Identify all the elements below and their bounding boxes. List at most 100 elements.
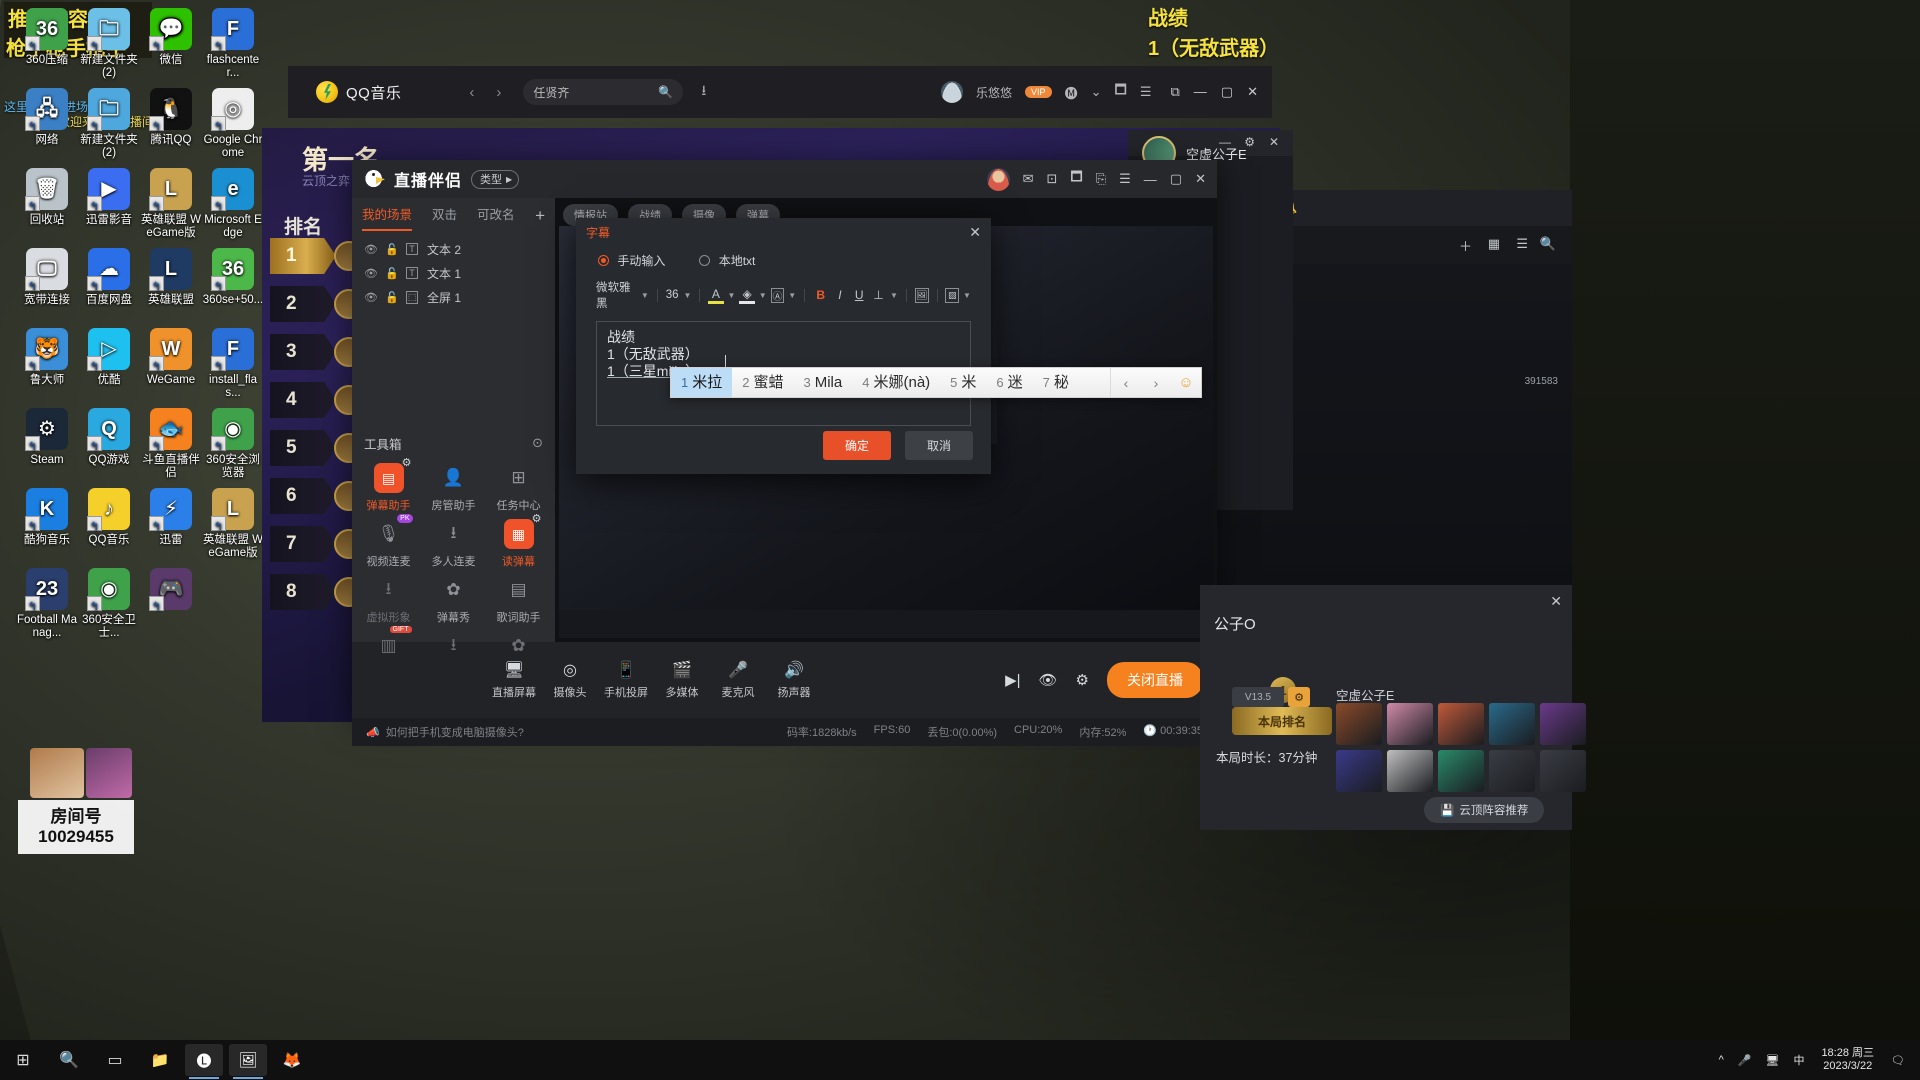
desktop-icon[interactable]: ⚙Steam xyxy=(16,408,78,467)
chevron-down-icon[interactable]: ▼ xyxy=(963,291,971,300)
desktop-icon[interactable]: ⚡迅雷 xyxy=(140,488,202,547)
status-hint-text[interactable]: 如何把手机变成电脑摄像头? xyxy=(386,724,524,740)
maximize-button[interactable]: ▢ xyxy=(1170,171,1182,187)
ime-candidate[interactable]: 5米 xyxy=(940,368,986,397)
copy-icon[interactable]: ⎘ xyxy=(1096,171,1106,187)
underline-button[interactable]: U xyxy=(852,287,867,304)
ow2-grid-icon[interactable]: ▦ xyxy=(1488,236,1500,252)
desktop-icon[interactable]: 💬微信 xyxy=(140,8,202,67)
ow3-recommend-chip[interactable]: 💾 云顶阵容推荐 xyxy=(1424,797,1545,823)
lock-icon[interactable]: 🔓 xyxy=(385,291,399,304)
ime-candidate-bar[interactable]: 1 米拉 2 蜜蜡 3 Mila 4 米娜(nà) 5 米 6 迷 7 秘 ‹ › ☺ xyxy=(670,367,1202,398)
layer-row[interactable]: 👁 🔓 T 文本 1 xyxy=(352,261,555,285)
taskbar-clock[interactable]: 18:28 周三 2023/3/22 xyxy=(1811,1047,1884,1073)
lock-icon[interactable]: 🔓 xyxy=(385,243,399,256)
display-icon[interactable]: 🖥 xyxy=(1758,1040,1786,1080)
ow1-close[interactable]: ✕ xyxy=(1269,135,1279,149)
scene-tab[interactable]: 双击 xyxy=(432,204,457,228)
screen-icon[interactable]: ⊡ xyxy=(1046,171,1057,187)
ow2-list-icon[interactable]: ☰ xyxy=(1516,236,1528,252)
scene-tab[interactable]: 可改名 xyxy=(477,204,515,228)
toolbox-item[interactable]: ✿ 弹幕秀 xyxy=(421,575,486,625)
chevron-down-icon[interactable]: ▼ xyxy=(759,291,767,300)
toolbox-item[interactable]: ⭳ 多人连麦 xyxy=(421,519,486,569)
desktop-icon[interactable]: ◉360安全卫士... xyxy=(78,568,140,639)
desktop-icon[interactable]: QQQ游戏 xyxy=(78,408,140,467)
bold-button[interactable]: B xyxy=(813,287,828,304)
insert-image-button[interactable]: 🖼 xyxy=(914,287,929,303)
desktop-icon[interactable]: 🖧网络 xyxy=(16,88,78,147)
ow2-search-icon[interactable]: 🔍 xyxy=(1540,236,1556,252)
qqmusic-mail-icon[interactable]: 🅜 xyxy=(1065,83,1078,102)
toolbox-item[interactable]: ▤ ⚙ 弹幕助手 xyxy=(356,457,421,513)
desktop-icon[interactable]: ▶迅雷影音 xyxy=(78,168,140,227)
source-button[interactable]: ◎ 摄像头 xyxy=(542,660,598,700)
chevron-down-icon[interactable]: ▼ xyxy=(788,291,796,300)
toolbox-item[interactable]: ▦ ⚙ 读弹幕 xyxy=(486,513,551,569)
ime-indicator[interactable]: 中 xyxy=(1786,1040,1811,1080)
preview-eye-icon[interactable]: 👁 xyxy=(1039,671,1058,689)
ime-candidate[interactable]: 6迷 xyxy=(986,368,1032,397)
ime-next-page-button[interactable]: › xyxy=(1141,375,1171,391)
qqmusic-restore-icon[interactable]: ⧉ xyxy=(1171,84,1180,100)
user-avatar[interactable] xyxy=(986,167,1010,191)
desktop-icon[interactable]: 23Football Manag... xyxy=(16,568,78,639)
search-icon[interactable]: 🔍 xyxy=(46,1040,92,1080)
ime-candidate[interactable]: 7秘 xyxy=(1033,368,1079,397)
close-live-button[interactable]: 关闭直播 xyxy=(1107,662,1203,698)
search-icon[interactable]: 🔍 xyxy=(658,85,673,99)
chevron-down-icon[interactable]: ▼ xyxy=(728,291,736,300)
qqmusic-back-button[interactable]: ‹ xyxy=(469,84,474,101)
font-size-select[interactable]: 36 ▼ xyxy=(666,289,692,301)
ime-candidate[interactable]: 1 米拉 xyxy=(671,368,733,397)
qqmusic-window[interactable]: QQ音乐 ‹ › 任贤齐 🔍 ⭳ 乐悠悠 VIP 🅜 ⌄ 🗖 ☰ ⧉ — ▢ ✕ xyxy=(288,66,1272,118)
gear-icon[interactable]: ⚙ xyxy=(1076,671,1089,689)
taskbar-app-button[interactable]: 🦊 xyxy=(273,1044,311,1076)
ime-candidate[interactable]: 2 蜜蜡 xyxy=(732,368,793,397)
toolbox-item[interactable]: 👤 房管助手 xyxy=(421,463,486,513)
source-button[interactable]: 🔊 扬声器 xyxy=(766,660,822,700)
qqmusic-skin-icon[interactable]: 🗖 xyxy=(1114,81,1126,103)
ime-candidate[interactable]: 3 Mila xyxy=(794,368,853,397)
add-scene-button[interactable]: + xyxy=(535,206,545,226)
desktop-icon[interactable]: K酷狗音乐 xyxy=(16,488,78,547)
chevron-down-icon[interactable]: ⌄ xyxy=(1091,84,1102,100)
ime-candidate[interactable]: 4 米娜(nà) xyxy=(852,368,940,397)
desktop-icon[interactable]: Finstall_flas... xyxy=(202,328,264,399)
layout-icon[interactable]: 🗖 xyxy=(1070,168,1082,190)
radio-manual-input[interactable]: 手动输入 xyxy=(598,252,665,269)
taskbar[interactable]: ⊞ 🔍 ▭ 📁 🅛 🖼 🦊 ^ 🎤 🖥 中 18:28 周三 2023/3/22 🗨 xyxy=(0,1040,1920,1080)
layer-row[interactable]: 👁 🔓 T 文本 2 xyxy=(352,237,555,261)
desktop-icon[interactable]: 36360压缩 xyxy=(16,8,78,67)
desktop-icon[interactable]: L英雄联盟 WeGame版 xyxy=(202,488,264,559)
desktop-icon[interactable]: ☁百度网盘 xyxy=(78,248,140,307)
tray-expand-icon[interactable]: ^ xyxy=(1712,1040,1731,1080)
desktop-icon[interactable]: ♪QQ音乐 xyxy=(78,488,140,547)
italic-button[interactable]: I xyxy=(832,287,847,304)
source-button[interactable]: 📱 手机投屏 xyxy=(598,660,654,700)
desktop-icon[interactable]: ◎Google Chrome xyxy=(202,88,264,159)
layer-row[interactable]: 👁 🔓 ⬚ 全屏 1 xyxy=(352,285,555,309)
desktop-icon[interactable]: eMicrosoft Edge xyxy=(202,168,264,239)
desktop-icon[interactable]: 🗑回收站 xyxy=(16,168,78,227)
qqmusic-menu-icon[interactable]: ☰ xyxy=(1140,84,1152,100)
font-color-button[interactable]: A xyxy=(708,287,724,304)
taskbar-app-button[interactable]: 🖼 xyxy=(229,1044,267,1079)
line-spacing-button[interactable]: ⊥ xyxy=(871,287,886,304)
toolbox-settings-icon[interactable]: ⊙ xyxy=(532,435,543,451)
lock-icon[interactable]: 🔓 xyxy=(385,267,399,280)
source-button[interactable]: 🎬 多媒体 xyxy=(654,660,710,700)
scene-tab[interactable]: 我的场景 xyxy=(362,204,413,231)
desktop-icon[interactable]: Fflashcenter... xyxy=(202,8,264,79)
desktop-icon[interactable]: ▷优酷 xyxy=(78,328,140,387)
overlay-window-team-recommend[interactable]: ✕ 公子O 空虚公子E 💾 云顶阵容推荐 本局排名 1 本局时长：37分钟 V1… xyxy=(1200,585,1586,830)
maximize-button[interactable]: ▢ xyxy=(1221,84,1233,100)
taskbar-app-button[interactable]: 🅛 xyxy=(185,1044,223,1079)
ow3-close-button[interactable]: ✕ xyxy=(1550,593,1562,610)
minimize-button[interactable]: — xyxy=(1144,172,1157,187)
notification-icon[interactable]: 🗨 xyxy=(1884,1040,1912,1080)
toolbox-item[interactable]: 🎙 PK 视频连麦 xyxy=(356,514,421,569)
close-icon[interactable]: ✕ xyxy=(969,224,981,241)
gear-icon[interactable]: ⚙ xyxy=(532,512,542,525)
download-icon[interactable]: ⭳ xyxy=(701,80,706,104)
